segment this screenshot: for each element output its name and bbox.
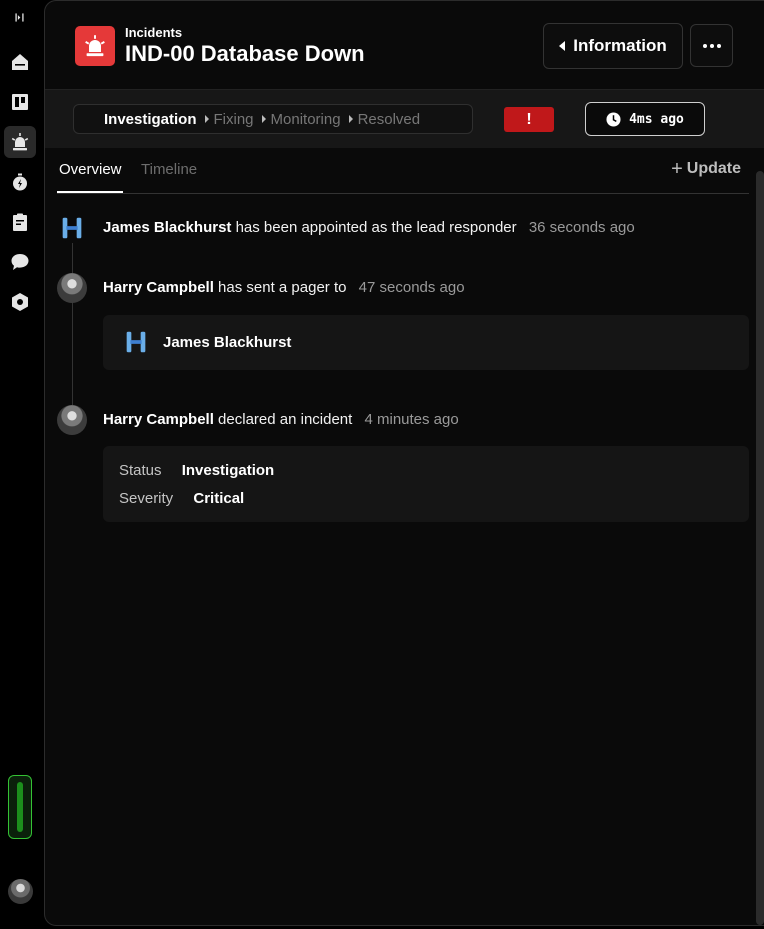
chevron-right-icon [261,115,266,123]
event-action: declared an incident [218,411,353,428]
status-bar [17,782,23,832]
tab-overview[interactable]: Overview [59,161,122,178]
app-root: Incidents IND-00 Database Down Informati… [0,0,764,929]
rail-item-clipboard[interactable] [4,206,36,238]
connection-status-indicator [8,775,32,839]
avatar [57,405,87,435]
step-investigation[interactable]: Investigation [104,111,197,128]
severity-badge[interactable]: ! [504,107,554,132]
pager-recipient-name[interactable]: James Blackhurst [163,334,291,351]
event-text: James Blackhurst has been appointed as t… [103,219,635,236]
event-text: Harry Campbell declared an incident 4 mi… [103,411,459,428]
timeline-connector [72,243,73,405]
avatar [57,213,87,243]
timeline-event: Harry Campbell has sent a pager to 47 se… [57,273,747,303]
expand-sidebar-button[interactable] [8,6,30,28]
more-dot [702,43,707,48]
detail-label: Status [119,462,162,479]
update-button-label: Update [686,160,741,177]
clipboard-icon [13,213,27,231]
chat-bubble-icon [11,254,29,270]
hammer-logo-icon [126,331,146,353]
event-actor[interactable]: Harry Campbell [103,279,214,296]
incident-badge [75,26,115,66]
elapsed-time-label: 4ms ago [629,111,684,127]
board-icon [12,94,28,110]
more-dot [709,43,714,48]
elapsed-time-badge[interactable]: 4ms ago [585,102,705,136]
step-monitoring[interactable]: Monitoring [271,111,341,128]
page-title: IND-00 Database Down [125,41,365,66]
timeline-event: James Blackhurst has been appointed as t… [57,213,747,243]
rail-item-board[interactable] [4,86,36,118]
information-button[interactable]: Information [543,23,683,69]
event-action: has been appointed as the lead responder [235,219,517,236]
rail-item-timer[interactable] [4,166,36,198]
active-tab-indicator [57,191,123,193]
siren-icon [85,35,105,57]
rail-item-chat[interactable] [4,246,36,278]
event-text: Harry Campbell has sent a pager to 47 se… [103,279,465,296]
avatar [57,273,87,303]
timeline-event: Harry Campbell declared an incident 4 mi… [57,405,747,435]
stopwatch-icon [13,173,27,191]
plus-icon: + [671,158,683,180]
event-action: has sent a pager to [218,279,347,296]
more-options-button[interactable] [690,24,733,67]
expand-sidebar-icon [14,12,24,22]
tab-bar: Overview Timeline + Update [57,148,749,194]
left-rail [0,0,44,929]
avatar [121,327,151,357]
home-icon [12,54,28,70]
status-bar-row: Investigation Fixing Monitoring Resolved… [45,89,764,148]
incident-panel: Incidents IND-00 Database Down Informati… [44,0,764,926]
detail-row-status: Status Investigation [119,462,274,479]
incident-details-card: Status Investigation Severity Critical [103,446,749,522]
clock-icon [606,111,621,127]
status-stepper: Investigation Fixing Monitoring Resolved [73,104,473,134]
detail-value: Critical [193,490,245,507]
event-actor[interactable]: Harry Campbell [103,411,214,428]
scrollbar[interactable] [756,171,764,925]
step-fixing[interactable]: Fixing [214,111,254,128]
update-button[interactable]: + Update [671,159,741,179]
hammer-logo-icon [62,217,82,239]
tab-timeline[interactable]: Timeline [141,161,197,178]
rail-item-incidents[interactable] [4,126,36,158]
detail-value: Investigation [181,462,275,479]
more-dot [716,43,721,48]
event-time: 47 seconds ago [358,279,465,296]
chevron-left-icon [559,41,566,51]
chevron-right-icon [348,115,353,123]
rail-item-home[interactable] [4,46,36,78]
event-time: 4 minutes ago [364,411,459,428]
incident-header: Incidents IND-00 Database Down Informati… [45,1,764,89]
breadcrumb[interactable]: Incidents [125,25,182,40]
pager-recipient-card: James Blackhurst [103,315,749,370]
event-actor[interactable]: James Blackhurst [103,219,231,236]
detail-row-severity: Severity Critical [119,490,244,507]
detail-label: Severity [119,490,174,507]
siren-icon [11,133,29,151]
event-time: 36 seconds ago [528,219,635,236]
hexagon-icon [12,293,28,311]
information-button-label: Information [573,36,667,55]
user-avatar[interactable] [8,879,33,904]
rail-item-settings[interactable] [4,286,36,318]
chevron-right-icon [204,115,209,123]
step-resolved[interactable]: Resolved [358,111,421,128]
